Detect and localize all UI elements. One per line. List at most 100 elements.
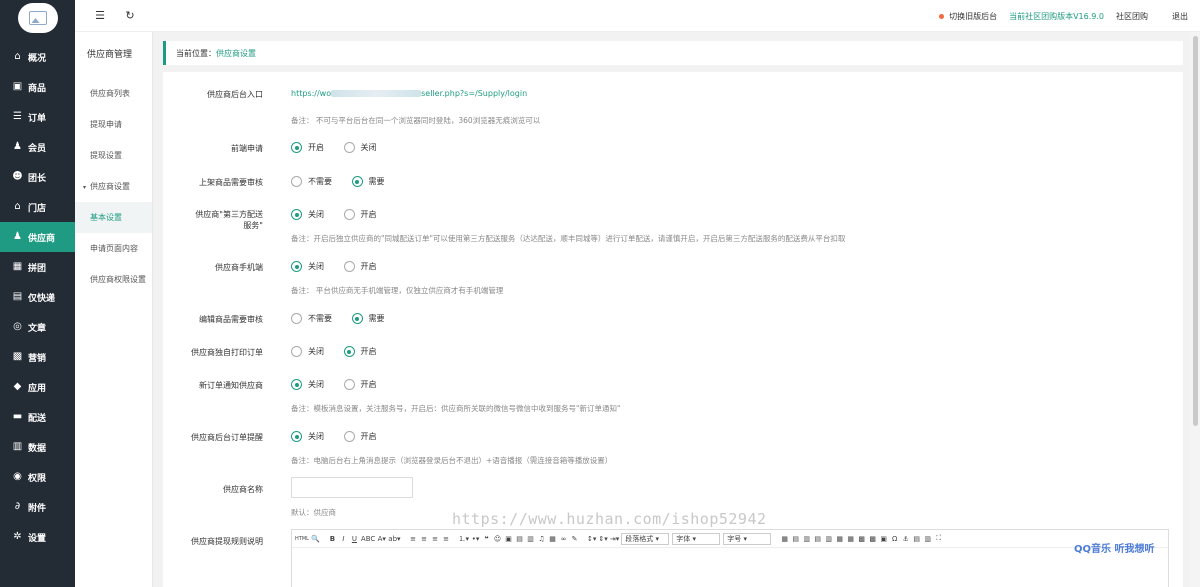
delete-col-icon[interactable]: ▥ xyxy=(824,535,833,543)
border-icon[interactable]: ▣ xyxy=(879,535,888,543)
leader-icon: ☻ xyxy=(12,171,23,182)
page-scrollbar[interactable] xyxy=(1193,36,1198,426)
frontend-apply-on-radio[interactable]: 开启 xyxy=(291,142,324,153)
edit-review-yes-radio[interactable]: 需要 xyxy=(351,313,385,324)
sidebar-item-goods[interactable]: ▣ 商品 xyxy=(0,72,75,102)
sidebar-item-member[interactable]: ♟ 会员 xyxy=(0,132,75,162)
sidebar-item-article[interactable]: ◎ 文章 xyxy=(0,312,75,342)
fullscreen-icon[interactable]: ⛶ xyxy=(934,534,943,543)
insert-row-icon[interactable]: ▤ xyxy=(791,535,800,543)
sidebar-item-app[interactable]: ◆ 应用 xyxy=(0,372,75,402)
merge-cells-icon[interactable]: ▦ xyxy=(835,535,844,543)
line-height-icon[interactable]: ↕▾ xyxy=(587,535,596,543)
sidebar-item-home[interactable]: ⌂ 概况 xyxy=(0,42,75,72)
sidebar-item-permission[interactable]: ◉ 权限 xyxy=(0,462,75,492)
sidebar-item-supplier[interactable]: ♟ 供应商 xyxy=(0,222,75,252)
highlight-icon[interactable]: ab▾ xyxy=(388,535,400,543)
remind-off-radio[interactable]: 关闭 xyxy=(291,431,324,442)
entry-url[interactable]: https://wo seller.php?s=/Supply/login xyxy=(291,89,527,98)
special-char-icon[interactable]: Ω xyxy=(890,535,899,543)
ordered-list-icon[interactable]: ⒈▾ xyxy=(459,534,470,544)
image-icon[interactable]: ▣ xyxy=(504,535,513,543)
align-justify-icon[interactable]: ≡ xyxy=(442,535,451,543)
third-party-on-radio[interactable]: 开启 xyxy=(343,209,377,220)
indent-icon[interactable]: ⇥▾ xyxy=(610,535,619,543)
switch-old-backend-link[interactable]: 切换旧版后台 xyxy=(949,11,997,22)
collapse-menu-icon[interactable]: ☰ xyxy=(93,9,107,23)
align-right-icon[interactable]: ≡ xyxy=(431,535,440,543)
subnav-item-basic-settings[interactable]: 基本设置 xyxy=(75,202,152,233)
cell-props-icon[interactable]: ▩ xyxy=(868,535,877,543)
template-icon[interactable]: ▥ xyxy=(923,535,932,543)
mobile-off-radio[interactable]: 关闭 xyxy=(291,261,324,272)
community-link[interactable]: 社区团购 xyxy=(1116,11,1148,22)
unordered-list-icon[interactable]: •▾ xyxy=(471,535,480,543)
underline-icon[interactable]: U xyxy=(350,535,359,543)
sidebar-item-group-buy[interactable]: ▦ 拼团 xyxy=(0,252,75,282)
preview-icon[interactable]: 🔍 xyxy=(311,535,320,543)
subnav-item-withdraw-apply[interactable]: 提现申请 xyxy=(75,109,152,140)
sidebar-item-order[interactable]: ☰ 订单 xyxy=(0,102,75,132)
radio-checked-icon xyxy=(351,176,363,187)
music-icon[interactable]: ♫ xyxy=(537,535,546,543)
align-center-icon[interactable]: ≡ xyxy=(420,535,429,543)
sidebar-item-store[interactable]: ⌂ 门店 xyxy=(0,192,75,222)
third-party-off-radio[interactable]: 关闭 xyxy=(291,209,324,220)
subnav-item-permission-settings[interactable]: 供应商权限设置 xyxy=(75,264,152,295)
subnav-group-supplier-settings[interactable]: ▾ 供应商设置 xyxy=(75,171,152,202)
sidebar-item-leader[interactable]: ☻ 团长 xyxy=(0,162,75,192)
sidebar-item-data[interactable]: ▥ 数据 xyxy=(0,432,75,462)
subnav-item-apply-page-content[interactable]: 申请页面内容 xyxy=(75,233,152,264)
table-props-icon[interactable]: ▩ xyxy=(857,535,866,543)
split-cells-icon[interactable]: ▦ xyxy=(846,535,855,543)
strikethrough-icon[interactable]: ABC xyxy=(361,535,375,543)
notify-on-radio[interactable]: 开启 xyxy=(343,379,377,390)
subnav-item-supplier-list[interactable]: 供应商列表 xyxy=(75,78,152,109)
print-off-radio[interactable]: 关闭 xyxy=(291,346,324,357)
paragraph-format-select[interactable]: 段落格式 ▾ xyxy=(621,532,670,545)
link-icon[interactable]: ∞ xyxy=(559,535,568,543)
refresh-icon[interactable]: ↻ xyxy=(123,9,137,23)
eraser-icon[interactable]: ✎ xyxy=(570,535,579,543)
insert-col-icon[interactable]: ▥ xyxy=(802,535,811,543)
supplier-name-input[interactable] xyxy=(291,477,413,498)
remind-radios: 关闭 开启 xyxy=(291,431,394,444)
page-scroll-track[interactable] xyxy=(1190,32,1200,587)
sidebar-item-settings[interactable]: ✲ 设置 xyxy=(0,522,75,552)
paragraph-spacing-icon[interactable]: ⇕▾ xyxy=(598,535,607,543)
map-icon[interactable]: ▦ xyxy=(548,535,557,543)
goods-review-yes-radio[interactable]: 需要 xyxy=(351,176,385,187)
edit-review-no-radio[interactable]: 不需要 xyxy=(291,313,332,324)
frontend-apply-off-radio[interactable]: 关闭 xyxy=(343,142,377,153)
italic-icon[interactable]: I xyxy=(339,535,348,543)
sidebar-item-express[interactable]: ▤ 仅快递 xyxy=(0,282,75,312)
editor-html-button[interactable]: HTML xyxy=(295,536,309,542)
print-on-radio[interactable]: 开启 xyxy=(343,346,377,357)
font-family-select[interactable]: 字体 ▾ xyxy=(672,532,721,545)
video-icon[interactable]: ▥ xyxy=(526,535,535,543)
version-link[interactable]: 当前社区团购版本V16.9.0 xyxy=(1009,11,1104,22)
anchor-icon[interactable]: ⚓ xyxy=(901,535,910,543)
emoji-icon[interactable]: ☺ xyxy=(493,535,502,543)
breadcrumb-current[interactable]: 供应商设置 xyxy=(216,48,256,59)
blockquote-icon[interactable]: ❝ xyxy=(482,535,491,543)
logo[interactable] xyxy=(17,3,58,33)
notify-off-radio[interactable]: 关闭 xyxy=(291,379,324,390)
bold-icon[interactable]: B xyxy=(328,535,337,543)
subnav-item-withdraw-settings[interactable]: 提现设置 xyxy=(75,140,152,171)
logout-link[interactable]: 退出 xyxy=(1172,11,1188,22)
sidebar-item-marketing[interactable]: ▩ 营销 xyxy=(0,342,75,372)
sidebar-item-attachment[interactable]: ∂ 附件 xyxy=(0,492,75,522)
code-icon[interactable]: ▤ xyxy=(912,535,921,543)
mobile-on-radio[interactable]: 开启 xyxy=(343,261,377,272)
font-color-icon[interactable]: A▾ xyxy=(377,535,386,543)
goods-review-no-radio[interactable]: 不需要 xyxy=(291,176,332,187)
entry-url-start: https://wo xyxy=(291,89,332,98)
delete-row-icon[interactable]: ▤ xyxy=(813,535,822,543)
table-icon[interactable]: ▦ xyxy=(780,535,789,543)
font-size-select[interactable]: 字号 ▾ xyxy=(723,532,772,545)
sidebar-item-delivery[interactable]: ▬ 配送 xyxy=(0,402,75,432)
multi-image-icon[interactable]: ▤ xyxy=(515,535,524,543)
align-left-icon[interactable]: ≡ xyxy=(409,535,418,543)
remind-on-radio[interactable]: 开启 xyxy=(343,431,377,442)
